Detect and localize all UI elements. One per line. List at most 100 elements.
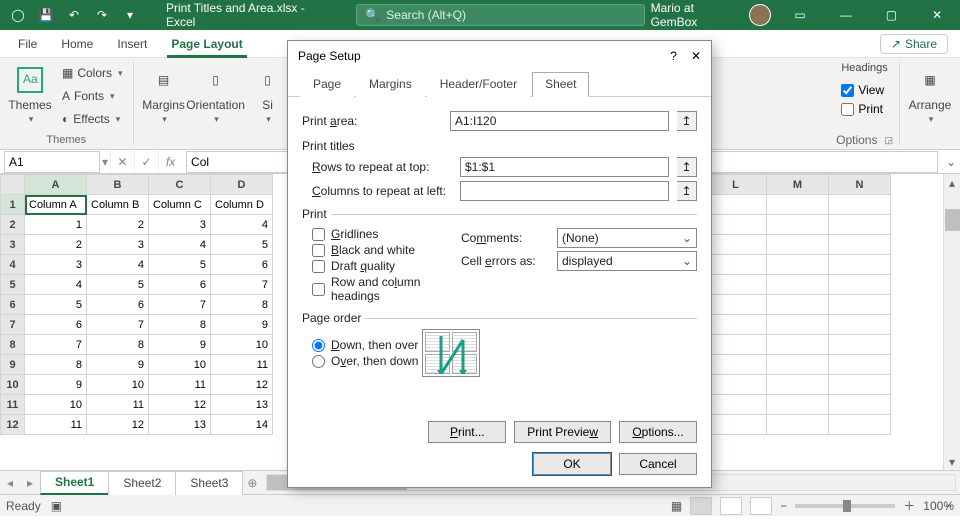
cell-B4[interactable]: 4 bbox=[87, 255, 149, 275]
undo-icon[interactable]: ↶ bbox=[62, 3, 86, 27]
minimize-icon[interactable]: — bbox=[823, 0, 869, 30]
cell-L5[interactable] bbox=[705, 275, 767, 295]
cell-L2[interactable] bbox=[705, 215, 767, 235]
normal-view-icon[interactable] bbox=[690, 497, 712, 515]
row-header-1[interactable]: 1 bbox=[1, 195, 25, 215]
cell-B2[interactable]: 2 bbox=[87, 215, 149, 235]
cell-A4[interactable]: 3 bbox=[25, 255, 87, 275]
margins-button[interactable]: ▤Margins bbox=[140, 62, 188, 127]
cell-M8[interactable] bbox=[767, 335, 829, 355]
col-header-M[interactable]: M bbox=[767, 175, 829, 195]
col-header-D[interactable]: D bbox=[211, 175, 273, 195]
cell-C2[interactable]: 3 bbox=[149, 215, 211, 235]
row-header-2[interactable]: 2 bbox=[1, 215, 25, 235]
errors-select[interactable]: displayed bbox=[557, 251, 697, 271]
tab-file[interactable]: File bbox=[6, 30, 49, 58]
draft-quality-checkbox[interactable]: Draft quality bbox=[312, 259, 443, 273]
cell-D9[interactable]: 11 bbox=[211, 355, 273, 375]
rows-repeat-input[interactable]: $1:$1 bbox=[460, 157, 669, 177]
sheet-tab-3[interactable]: Sheet3 bbox=[175, 471, 243, 495]
print-headings-checkbox[interactable]: Print bbox=[841, 100, 887, 118]
cell-A2[interactable]: 1 bbox=[25, 215, 87, 235]
cell-N4[interactable] bbox=[829, 255, 891, 275]
collapse-ribbon-icon[interactable]: ⌃ bbox=[944, 502, 954, 516]
cell-L3[interactable] bbox=[705, 235, 767, 255]
cell-A3[interactable]: 2 bbox=[25, 235, 87, 255]
sheet-tab-2[interactable]: Sheet2 bbox=[108, 471, 176, 495]
dlg-tab-header-footer[interactable]: Header/Footer bbox=[427, 72, 530, 97]
cancel-button[interactable]: Cancel bbox=[619, 453, 697, 475]
dialog-titlebar[interactable]: Page Setup ? ✕ bbox=[288, 41, 711, 71]
dialog-close-icon[interactable]: ✕ bbox=[691, 49, 701, 63]
autosave-toggle[interactable]: ◯ bbox=[6, 3, 30, 27]
cols-repeat-input[interactable] bbox=[460, 181, 669, 201]
fonts-button[interactable]: AFonts bbox=[58, 85, 127, 107]
row-header-5[interactable]: 5 bbox=[1, 275, 25, 295]
row-header-8[interactable]: 8 bbox=[1, 335, 25, 355]
enter-formula-icon[interactable]: ✓ bbox=[134, 151, 158, 173]
cell-B6[interactable]: 6 bbox=[87, 295, 149, 315]
cell-D4[interactable]: 6 bbox=[211, 255, 273, 275]
macro-record-icon[interactable]: ▣ bbox=[51, 499, 62, 513]
tab-home[interactable]: Home bbox=[49, 30, 105, 58]
page-layout-view-icon[interactable] bbox=[720, 497, 742, 515]
fx-icon[interactable]: fx bbox=[158, 151, 182, 173]
select-all-cell[interactable] bbox=[1, 175, 25, 195]
cell-D1[interactable]: Column D bbox=[211, 195, 273, 215]
cell-D6[interactable]: 8 bbox=[211, 295, 273, 315]
tab-insert[interactable]: Insert bbox=[105, 30, 159, 58]
scroll-up-icon[interactable]: ▴ bbox=[944, 174, 960, 191]
dlg-tab-margins[interactable]: Margins bbox=[356, 72, 425, 97]
print-area-input[interactable]: A1:I120 bbox=[450, 111, 669, 131]
cell-D10[interactable]: 12 bbox=[211, 375, 273, 395]
row-header-11[interactable]: 11 bbox=[1, 395, 25, 415]
down-then-over-radio[interactable]: Down, then over bbox=[312, 338, 418, 352]
rows-picker-icon[interactable]: ↥ bbox=[677, 157, 697, 177]
cell-D11[interactable]: 13 bbox=[211, 395, 273, 415]
cell-L9[interactable] bbox=[705, 355, 767, 375]
cell-C3[interactable]: 4 bbox=[149, 235, 211, 255]
display-settings-icon[interactable]: ▦ bbox=[671, 499, 682, 513]
dlg-tab-sheet[interactable]: Sheet bbox=[532, 72, 589, 97]
cell-A6[interactable]: 5 bbox=[25, 295, 87, 315]
cell-N12[interactable] bbox=[829, 415, 891, 435]
row-header-6[interactable]: 6 bbox=[1, 295, 25, 315]
scroll-thumb[interactable] bbox=[945, 209, 960, 231]
cell-C4[interactable]: 5 bbox=[149, 255, 211, 275]
account-area[interactable]: Mario at GemBox bbox=[645, 1, 778, 29]
cell-B1[interactable]: Column B bbox=[87, 195, 149, 215]
cell-A8[interactable]: 7 bbox=[25, 335, 87, 355]
cell-A12[interactable]: 11 bbox=[25, 415, 87, 435]
cell-L12[interactable] bbox=[705, 415, 767, 435]
cell-L11[interactable] bbox=[705, 395, 767, 415]
cell-M10[interactable] bbox=[767, 375, 829, 395]
cell-C9[interactable]: 10 bbox=[149, 355, 211, 375]
cell-M11[interactable] bbox=[767, 395, 829, 415]
cell-L8[interactable] bbox=[705, 335, 767, 355]
cell-M5[interactable] bbox=[767, 275, 829, 295]
save-icon[interactable]: 💾 bbox=[34, 3, 58, 27]
name-box[interactable]: A1 bbox=[4, 151, 100, 173]
cell-B7[interactable]: 7 bbox=[87, 315, 149, 335]
sheet-nav-next-icon[interactable]: ▸ bbox=[20, 476, 40, 490]
new-sheet-icon[interactable]: ⊕ bbox=[242, 476, 262, 490]
cell-D12[interactable]: 14 bbox=[211, 415, 273, 435]
cell-A1[interactable]: Column A bbox=[25, 195, 87, 215]
ribbon-display-options-icon[interactable]: ▭ bbox=[777, 0, 823, 30]
cols-picker-icon[interactable]: ↥ bbox=[677, 181, 697, 201]
orientation-button[interactable]: ▯Orientation bbox=[192, 62, 240, 127]
row-header-7[interactable]: 7 bbox=[1, 315, 25, 335]
gridlines-checkbox[interactable]: Gridlines bbox=[312, 227, 443, 241]
cell-A10[interactable]: 9 bbox=[25, 375, 87, 395]
qat-customize-icon[interactable]: ▾ bbox=[118, 3, 142, 27]
cell-B9[interactable]: 9 bbox=[87, 355, 149, 375]
cell-N7[interactable] bbox=[829, 315, 891, 335]
cell-C8[interactable]: 9 bbox=[149, 335, 211, 355]
cell-N5[interactable] bbox=[829, 275, 891, 295]
share-button[interactable]: ↗Share bbox=[880, 34, 948, 54]
row-header-4[interactable]: 4 bbox=[1, 255, 25, 275]
themes-button[interactable]: Aa Themes bbox=[6, 62, 54, 127]
cell-N3[interactable] bbox=[829, 235, 891, 255]
cell-L7[interactable] bbox=[705, 315, 767, 335]
row-header-3[interactable]: 3 bbox=[1, 235, 25, 255]
